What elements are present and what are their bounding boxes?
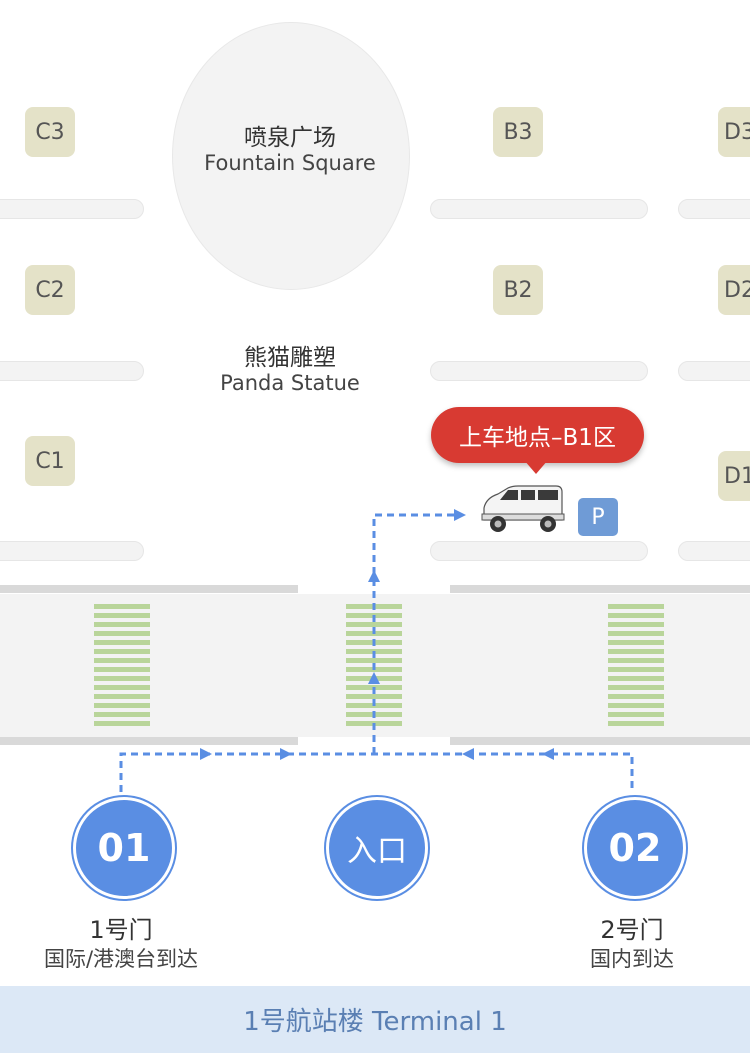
route-gates-line	[119, 752, 634, 792]
gate-2-subtitle: 国内到达	[590, 947, 674, 971]
parking-sign: P	[578, 498, 618, 536]
gate-1-subtitle: 国际/港澳台到达	[43, 947, 199, 971]
route-to-pickup-line	[372, 513, 458, 754]
gate-2-button[interactable]: 02	[584, 797, 686, 899]
terminal-footer: 1号航站楼 Terminal 1	[0, 986, 750, 1053]
route-arrow-left	[542, 748, 554, 760]
route-arrow-right	[200, 748, 212, 760]
gate-1-title: 1号门	[89, 916, 153, 944]
callout-pointer	[524, 460, 548, 474]
gate-1-button[interactable]: 01	[73, 797, 175, 899]
pickup-location-callout: 上车地点–B1区	[431, 407, 644, 463]
route-arrow-left	[462, 748, 474, 760]
van-icon	[481, 485, 565, 532]
gate-2-title: 2号门	[600, 916, 664, 944]
route-arrow-right	[454, 509, 466, 521]
entrance-button[interactable]: 入口	[326, 797, 428, 899]
route-arrow-up	[368, 570, 380, 582]
route-arrow-right	[280, 748, 292, 760]
route-arrow-up	[368, 672, 380, 684]
